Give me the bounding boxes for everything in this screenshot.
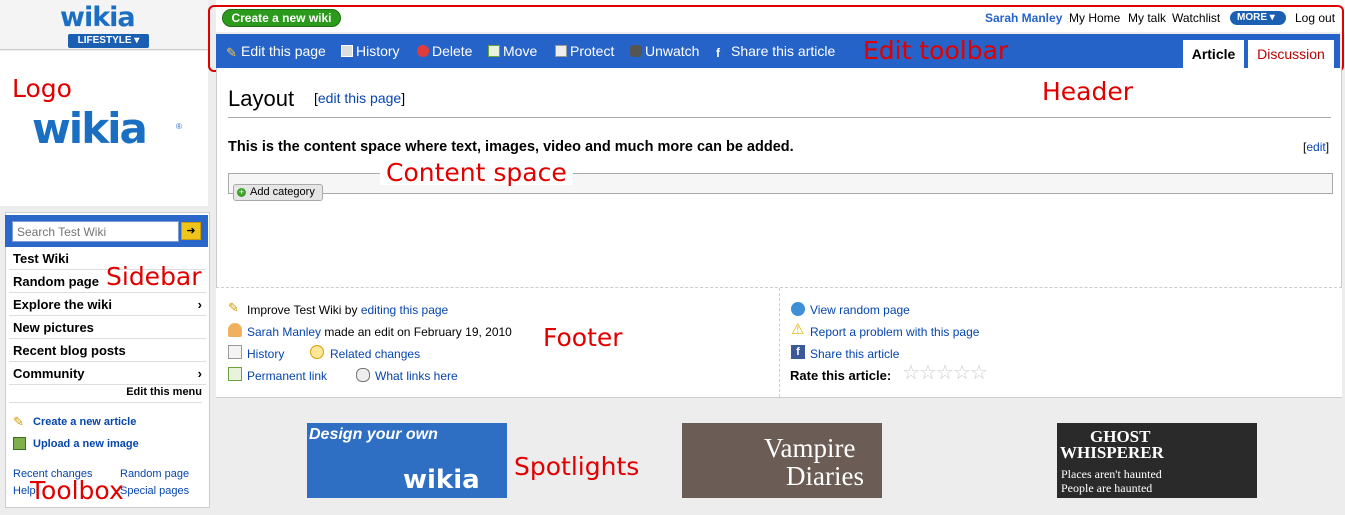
link-arrow-icon [228, 367, 242, 381]
facebook-icon: f [791, 345, 805, 359]
history-link[interactable]: History [247, 347, 284, 361]
sidebar-item-community[interactable]: Community › [9, 363, 206, 385]
spotlight-vampire-diaries[interactable]: Vampire Diaries [682, 423, 882, 498]
sidebar-item-new-pictures[interactable]: New pictures [9, 317, 206, 339]
clock-icon [310, 345, 324, 359]
hub-dropdown[interactable]: LIFESTYLE ▾ [68, 34, 149, 48]
wikia-logo[interactable]: wikia [32, 108, 148, 150]
search-button[interactable]: ➜ [181, 222, 201, 240]
warning-icon: ⚠ [791, 321, 805, 338]
permanent-link[interactable]: Permanent link [247, 369, 327, 383]
rating-star-2[interactable]: ☆ [919, 363, 937, 383]
chain-icon [356, 368, 370, 382]
related-changes-link[interactable]: Related changes [330, 347, 420, 361]
rate-label: Rate this article: [790, 368, 892, 383]
annotation-sidebar: Sidebar [106, 262, 202, 291]
page-title: Layout [228, 86, 295, 111]
rating-star-3[interactable]: ☆ [936, 363, 954, 383]
what-links-here-link[interactable]: What links here [375, 369, 458, 383]
annotation-logo: Logo [12, 74, 72, 103]
question-icon [791, 302, 805, 316]
last-edit-line: Sarah Manley made an edit on February 19… [247, 325, 512, 339]
registered-mark: ® [176, 122, 182, 131]
pencil-icon: ✎ [228, 300, 239, 315]
pencil-icon: ✎ [13, 414, 24, 429]
content-text: This is the content space where text, im… [228, 139, 794, 155]
special-pages-link[interactable]: Special pages [120, 485, 189, 497]
annotation-toolbox: Toolbox [30, 476, 124, 505]
search-input[interactable] [12, 221, 179, 242]
image-icon [13, 437, 26, 450]
rating-star-5[interactable]: ☆ [970, 363, 988, 383]
edit-page-link[interactable]: [edit this page] [314, 90, 405, 106]
random-page-link[interactable]: Random page [120, 468, 189, 480]
title-divider [228, 117, 1331, 118]
chevron-right-icon: › [197, 297, 202, 312]
upload-image-link[interactable]: Upload a new image [33, 438, 139, 450]
edit-section-link[interactable]: [edit] [1303, 140, 1329, 154]
chevron-right-icon: › [197, 366, 202, 381]
create-article-link[interactable]: Create a new article [33, 416, 136, 428]
sidebar-item-blog-posts[interactable]: Recent blog posts [9, 340, 206, 362]
editor-link[interactable]: Sarah Manley [247, 325, 321, 339]
annotation-header: Header [1042, 77, 1134, 106]
header-highlight-outline [208, 5, 1344, 72]
share-article-link[interactable]: Share this article [810, 347, 899, 361]
editing-page-link[interactable]: editing this page [361, 303, 448, 317]
user-icon [228, 323, 242, 337]
rating-star-1[interactable]: ☆ [902, 363, 920, 383]
add-category-button[interactable]: Add category [233, 184, 323, 201]
view-random-link[interactable]: View random page [810, 303, 910, 317]
improve-line: Improve Test Wiki by editing this page [247, 303, 449, 317]
annotation-content-space: Content space [380, 160, 573, 185]
sidebar-item-explore[interactable]: Explore the wiki › [9, 294, 206, 316]
footer-divider [779, 288, 780, 397]
spotlight-design-wiki[interactable]: Design your own wikia [307, 423, 507, 498]
search-icon: ➜ [186, 225, 196, 237]
rating-star-4[interactable]: ☆ [953, 363, 971, 383]
plus-icon: + [237, 187, 246, 197]
annotation-footer: Footer [543, 323, 623, 352]
spotlight-ghost-whisperer[interactable]: GHOST WHISPERER Places aren't haunted Pe… [1057, 423, 1257, 498]
wikia-small-logo[interactable]: wikia [60, 4, 136, 31]
history-icon [228, 345, 242, 359]
report-problem-link[interactable]: Report a problem with this page [810, 325, 979, 339]
edit-menu-link[interactable]: Edit this menu [9, 386, 202, 403]
annotation-spotlights: Spotlights [514, 452, 640, 481]
